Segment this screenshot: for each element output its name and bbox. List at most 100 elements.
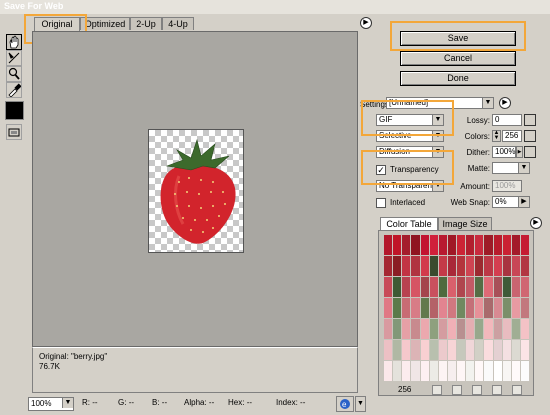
color-swatch[interactable] (429, 361, 438, 381)
color-swatch[interactable] (402, 277, 411, 297)
color-swatch[interactable] (393, 361, 402, 381)
color-swatch[interactable] (393, 298, 402, 318)
color-swatch[interactable] (438, 361, 447, 381)
color-swatch[interactable] (475, 340, 484, 360)
color-swatch[interactable] (520, 361, 529, 381)
websnap-field[interactable]: 0% ▶ (492, 196, 530, 208)
color-swatch[interactable] (511, 319, 520, 339)
color-swatch[interactable] (393, 277, 402, 297)
color-swatch[interactable] (393, 256, 402, 276)
view-menu-icon[interactable]: ▶ (360, 17, 372, 29)
lock-icon[interactable] (472, 385, 482, 395)
color-swatch[interactable] (484, 361, 493, 381)
color-swatch[interactable] (420, 319, 429, 339)
color-swatch[interactable] (493, 277, 502, 297)
color-swatch[interactable] (466, 277, 475, 297)
web-shift-icon[interactable] (432, 385, 442, 395)
color-swatch[interactable] (466, 319, 475, 339)
dither-mask-icon[interactable] (524, 146, 536, 158)
color-swatch[interactable] (447, 256, 456, 276)
browser-preview-icon[interactable]: e (336, 396, 354, 412)
color-swatch[interactable] (429, 235, 438, 255)
colors-stepper[interactable]: ▲ ▼ (492, 130, 501, 142)
matte-dropdown[interactable]: ▼ (492, 162, 530, 174)
color-swatch[interactable] (511, 340, 520, 360)
color-swatch[interactable] (438, 340, 447, 360)
eyedropper-icon[interactable] (6, 82, 22, 98)
color-swatch[interactable] (457, 319, 466, 339)
color-swatch[interactable] (493, 340, 502, 360)
color-swatch[interactable] (502, 361, 511, 381)
color-swatch[interactable] (502, 277, 511, 297)
color-swatch[interactable] (438, 298, 447, 318)
done-button[interactable]: Done (400, 71, 516, 86)
color-swatch[interactable] (384, 340, 393, 360)
lossy-mask-icon[interactable] (524, 114, 536, 126)
color-swatch[interactable] (475, 235, 484, 255)
color-swatch[interactable] (493, 256, 502, 276)
tab-4-up[interactable]: 4-Up (162, 17, 194, 30)
color-swatch[interactable] (420, 277, 429, 297)
color-swatch[interactable] (420, 256, 429, 276)
color-swatch[interactable] (502, 298, 511, 318)
browser-menu-chevron-icon[interactable]: ▼ (355, 396, 366, 412)
color-swatch[interactable] (384, 235, 393, 255)
color-swatch[interactable] (475, 277, 484, 297)
color-swatch[interactable] (420, 340, 429, 360)
color-swatch[interactable] (457, 235, 466, 255)
color-swatch[interactable] (475, 319, 484, 339)
lossy-field[interactable]: 0 (492, 114, 522, 126)
color-swatch[interactable] (475, 361, 484, 381)
color-swatch[interactable] (466, 340, 475, 360)
color-swatch[interactable] (447, 277, 456, 297)
color-swatch[interactable] (384, 319, 393, 339)
color-swatch[interactable] (502, 319, 511, 339)
color-swatch[interactable] (457, 340, 466, 360)
colors-mask-icon[interactable] (524, 130, 536, 142)
color-swatch[interactable] (466, 361, 475, 381)
slice-select-icon[interactable] (6, 50, 22, 66)
color-swatch[interactable] (384, 256, 393, 276)
color-swatch[interactable] (520, 340, 529, 360)
color-swatch[interactable] (520, 319, 529, 339)
color-swatch[interactable] (493, 361, 502, 381)
color-swatch[interactable] (520, 256, 529, 276)
color-swatch[interactable] (447, 340, 456, 360)
color-swatch[interactable] (420, 298, 429, 318)
color-swatch[interactable] (420, 361, 429, 381)
color-swatch[interactable] (457, 256, 466, 276)
color-swatch[interactable] (402, 319, 411, 339)
color-swatch[interactable] (411, 256, 420, 276)
color-swatch[interactable] (484, 298, 493, 318)
color-swatch[interactable] (466, 298, 475, 318)
color-swatch[interactable] (493, 235, 502, 255)
color-table-menu-icon[interactable]: ▶ (530, 217, 542, 229)
tab-2-up[interactable]: 2-Up (130, 17, 162, 30)
color-swatch[interactable] (520, 298, 529, 318)
color-swatch[interactable] (429, 256, 438, 276)
tab-image-size[interactable]: Image Size (438, 217, 492, 230)
color-swatch[interactable] (402, 235, 411, 255)
color-swatch[interactable] (484, 277, 493, 297)
color-swatch[interactable] (393, 319, 402, 339)
color-swatch[interactable] (384, 361, 393, 381)
transparency-map-icon[interactable] (452, 385, 462, 395)
color-swatch[interactable] (502, 340, 511, 360)
color-swatch[interactable] (447, 298, 456, 318)
color-swatch[interactable] (466, 235, 475, 255)
color-swatch[interactable] (511, 256, 520, 276)
color-swatch[interactable] (520, 277, 529, 297)
trash-icon[interactable] (512, 385, 522, 395)
color-swatch[interactable] (393, 235, 402, 255)
color-swatch[interactable] (511, 298, 520, 318)
color-swatch[interactable] (402, 361, 411, 381)
color-swatch[interactable] (466, 256, 475, 276)
zoom-dropdown[interactable]: 100% ▼ (28, 397, 74, 411)
color-swatch[interactable] (411, 235, 420, 255)
colors-field[interactable]: 256 (502, 130, 522, 142)
color-swatch[interactable] (475, 298, 484, 318)
color-swatch[interactable] (457, 361, 466, 381)
color-swatch[interactable] (411, 298, 420, 318)
color-swatch[interactable] (484, 256, 493, 276)
preview-toggle-icon[interactable] (6, 124, 22, 140)
